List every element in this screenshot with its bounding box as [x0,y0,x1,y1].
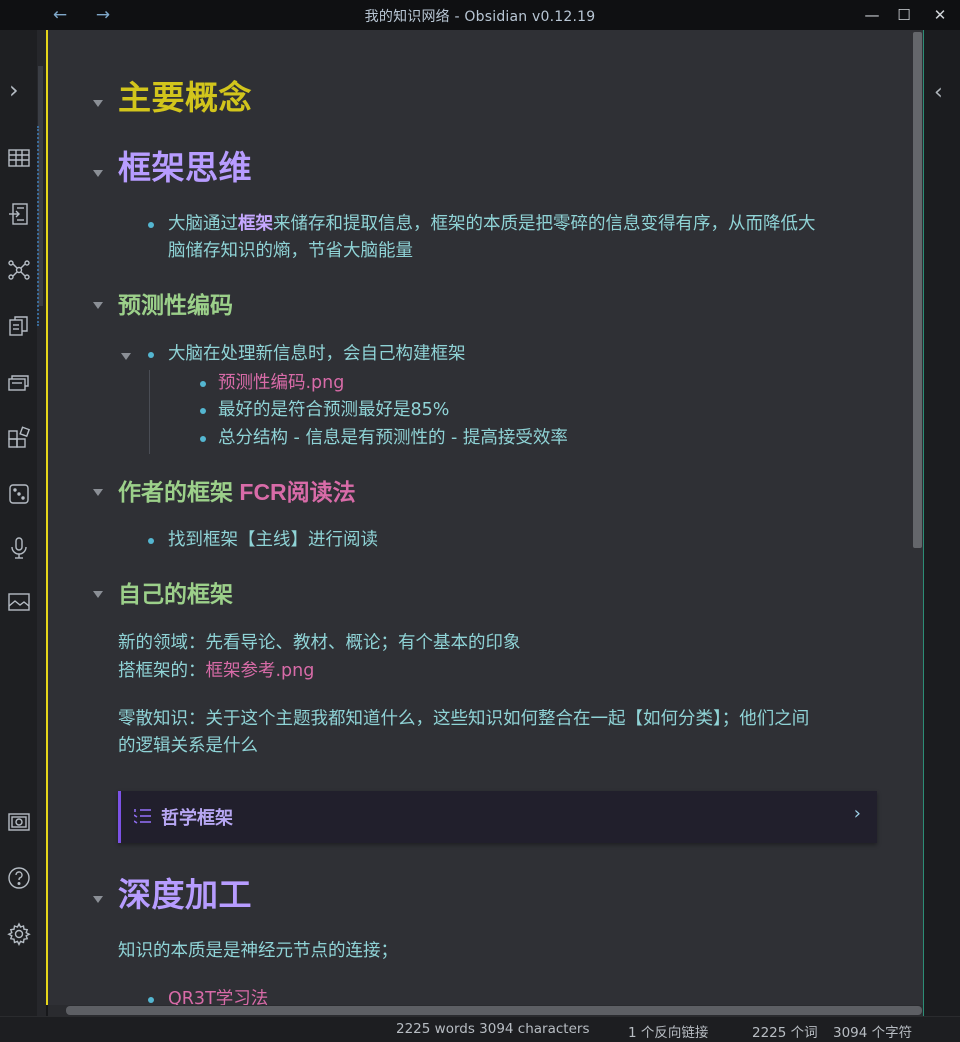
image-icon[interactable] [7,590,31,614]
bullet-icon [148,997,154,1003]
fold-toggle-icon[interactable] [121,353,131,360]
collapsed-left-sidebar[interactable] [37,30,46,1016]
copy-notes-icon[interactable] [7,314,31,338]
chevron-right-icon[interactable]: › [854,803,861,824]
fold-toggle-icon[interactable] [93,896,103,903]
window-title: 我的知识网络 - Obsidian v0.12.19 [364,9,596,25]
maximize-button[interactable]: ☐ [890,3,918,27]
status-bar: 2225 words 3094 characters 1 个反向链接 2225 … [0,1016,960,1042]
paragraph-text: 搭框架的： [118,661,206,681]
paragraph-line: 的逻辑关系是什么 [118,736,258,756]
char-count-zh: 3094 个字符 [833,1025,913,1041]
dice-icon[interactable] [7,482,31,506]
internal-link[interactable]: 预测性编码.png [218,370,344,397]
paragraph-line: 搭框架的：框架参考.png [118,658,314,685]
fold-toggle-icon[interactable] [93,591,103,598]
heading-predictive-coding: 预测性编码 [118,292,233,318]
obsidian-window: ← → 我的知识网络 - Obsidian v0.12.19 — ☐ ✕ › 主… [0,0,960,1042]
bullet-icon [200,408,206,414]
bullet-icon [148,352,154,358]
paragraph-line: 零散知识：关于这个主题我都知道什么，这些知识如何整合在一起【如何分类】；他们之间 [118,709,810,729]
heading-link[interactable]: FCR阅读法 [239,479,355,505]
list-item-text: 来储存和提取信息，框架的本质是把零碎的信息变得有序，从而降低大 [273,214,816,234]
fold-toggle-icon[interactable] [93,100,103,107]
left-ribbon: › [0,30,37,1016]
microphone-icon[interactable] [7,536,31,560]
fold-toggle-icon[interactable] [93,489,103,496]
word-count-en: 2225 words 3094 characters [396,1021,590,1037]
paragraph-line: 新的领域：先看导论、教材、概论；有个基本的印象 [118,633,521,653]
callout-title: 哲学框架 [161,808,233,828]
indent-guide [149,370,150,454]
table-icon[interactable] [7,146,31,170]
scroll-thumb[interactable] [913,32,922,548]
heading-main-concepts: 主要概念 [118,79,252,116]
bullet-icon [200,436,206,442]
scroll-thumb[interactable] [66,1006,922,1015]
blocks-icon[interactable] [7,426,31,450]
help-icon[interactable] [7,866,31,890]
list-item: 找到框架【主线】进行阅读 [168,530,378,550]
editor-vertical-scrollbar[interactable] [912,30,923,1005]
heading-framework-thinking: 框架思维 [118,149,252,186]
close-button[interactable]: ✕ [926,3,954,27]
heading-text: 作者的框架 [118,479,240,505]
list-item: 大脑在处理新信息时，会自己构建框架 [168,344,466,364]
title-bar: ← → 我的知识网络 - Obsidian v0.12.19 — ☐ ✕ [0,0,960,30]
expand-right-sidebar-button[interactable]: ‹ [934,80,943,105]
list-item: 总分结构 - 信息是有预测性的 - 提高接受效率 [218,428,568,448]
list-icon [133,808,152,824]
heading-author-framework: 作者的框架 FCR阅读法 [118,477,356,507]
callout-block[interactable]: 哲学框架 › [118,791,877,843]
import-icon[interactable] [7,202,31,226]
bullet-icon [148,538,154,544]
graph-icon[interactable] [7,258,31,282]
bold-text: 框架 [238,214,273,234]
bullet-icon [148,222,154,228]
cards-icon[interactable] [7,370,31,394]
fold-toggle-icon[interactable] [93,302,103,309]
fold-toggle-icon[interactable] [93,170,103,177]
editor-horizontal-scrollbar[interactable] [48,1005,923,1016]
heading-deep-processing: 深度加工 [118,876,252,913]
minimize-button[interactable]: — [858,3,886,27]
note-editor[interactable]: 主要概念 框架思维 大脑通过框架来储存和提取信息，框架的本质是把零碎的信息变得有… [48,30,912,1005]
expand-left-sidebar-button[interactable]: › [9,76,19,104]
internal-link[interactable]: 框架参考.png [206,661,315,681]
paragraph-line: 知识的本质是是神经元节点的连接； [118,941,398,961]
settings-icon[interactable] [7,922,31,946]
word-count-zh: 2225 个词 [752,1025,818,1041]
internal-link[interactable]: QR3T学习法 [168,986,268,1005]
left-sidebar-preview [37,126,42,326]
list-item: 大脑通过框架来储存和提取信息，框架的本质是把零碎的信息变得有序，从而降低大 [168,211,816,238]
vault-icon[interactable] [7,810,31,834]
list-item-continuation: 脑储存知识的熵，节省大脑能量 [168,241,413,261]
heading-own-framework: 自己的框架 [118,581,233,607]
list-item: 最好的是符合预测最好是85% [218,400,450,420]
backlinks-count[interactable]: 1 个反向链接 [628,1021,708,1041]
collapsed-right-sidebar: ‹ [923,30,960,1016]
bullet-icon [200,381,206,387]
list-item-text: 大脑通过 [168,214,238,234]
